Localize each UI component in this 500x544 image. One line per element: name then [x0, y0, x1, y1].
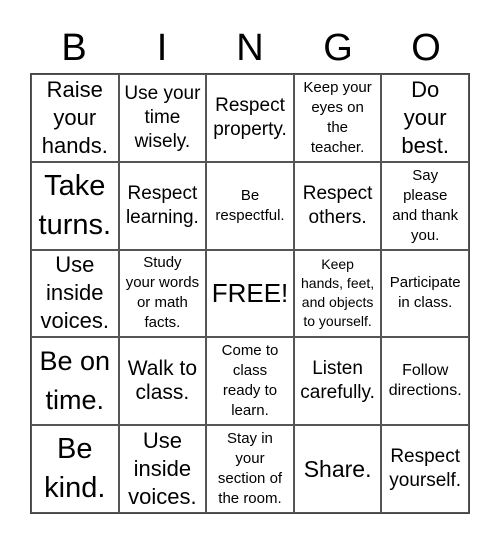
bingo-cell[interactable]: Participate in class. [381, 249, 469, 338]
bingo-cell[interactable]: Use inside voices. [31, 249, 119, 338]
header-letter-n: N [236, 27, 264, 69]
bingo-cell[interactable]: Use your time wisely. [118, 74, 207, 162]
bingo-cell[interactable]: Walk to class. [118, 337, 207, 426]
bingo-header: B I N G O [30, 24, 470, 72]
bingo-cell[interactable]: Be on time. [31, 337, 119, 426]
bingo-cell[interactable]: Respect others. [293, 161, 382, 250]
bingo-cell[interactable]: Take turns. [31, 161, 119, 250]
bingo-grid: Raise your hands. Use your time wisely. … [30, 73, 470, 514]
bingo-cell[interactable]: Stay in your section of the room. [206, 425, 294, 513]
bingo-cell[interactable]: Share. [293, 425, 382, 513]
bingo-cell[interactable]: Respect property. [206, 74, 294, 162]
bingo-cell[interactable]: Follow directions. [381, 337, 469, 426]
header-letter-g: G [323, 27, 353, 69]
bingo-cell[interactable]: Respect learning. [118, 161, 207, 250]
bingo-cell[interactable]: Keep hands, feet, and objects to yoursel… [293, 249, 382, 338]
bingo-cell[interactable]: Say please and thank you. [381, 161, 469, 250]
header-letter-o: O [411, 27, 441, 69]
free-space[interactable]: FREE! [206, 249, 294, 338]
bingo-cell[interactable]: Listen carefully. [293, 337, 382, 426]
bingo-cell[interactable]: Raise your hands. [31, 74, 119, 162]
header-letter-i: I [156, 27, 168, 69]
header-letter-b: B [61, 27, 87, 69]
bingo-cell[interactable]: Keep your eyes on the teacher. [293, 74, 382, 162]
bingo-cell[interactable]: Do your best. [381, 74, 469, 162]
bingo-cell[interactable]: Come to class ready to learn. [206, 337, 294, 426]
bingo-cell[interactable]: Be respectful. [206, 161, 294, 250]
bingo-cell[interactable]: Respect yourself. [381, 425, 469, 513]
bingo-cell[interactable]: Use inside voices. [118, 425, 207, 513]
bingo-cell[interactable]: Be kind. [31, 425, 119, 513]
bingo-cell[interactable]: Study your words or math facts. [118, 249, 207, 338]
